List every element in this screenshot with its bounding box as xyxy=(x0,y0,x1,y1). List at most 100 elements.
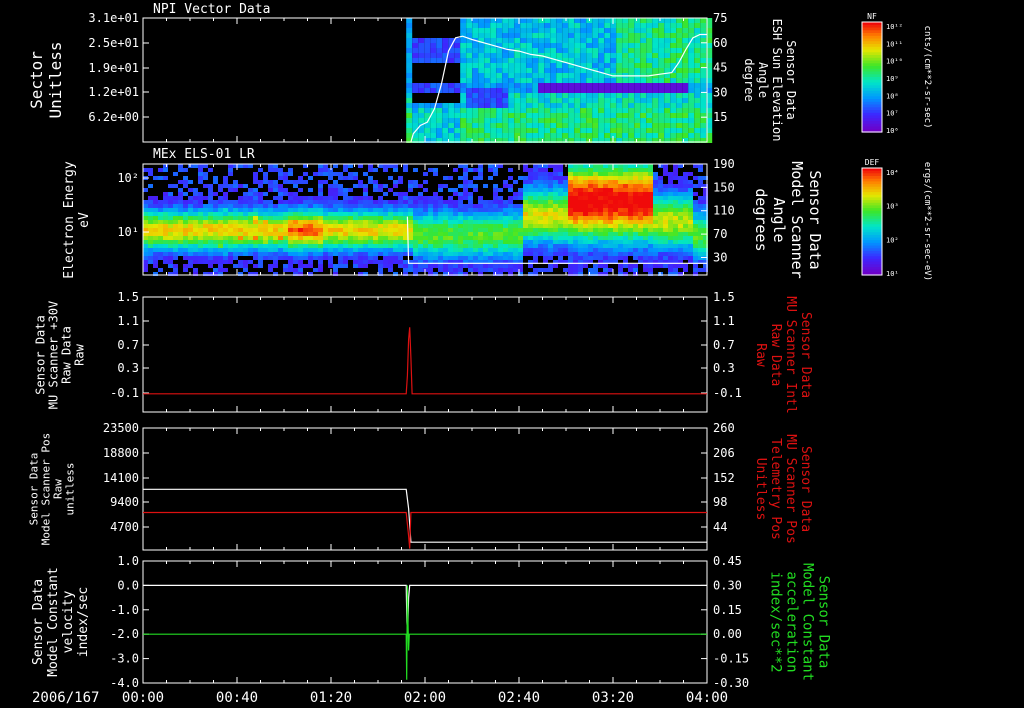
els-heatmap-cell xyxy=(683,228,688,232)
els-heatmap-cell xyxy=(143,252,148,256)
npi-heatmap-cell xyxy=(436,103,443,108)
npi-heatmap-cell xyxy=(412,103,419,108)
els-heatmap-cell xyxy=(498,256,503,260)
npi-heatmap-cell xyxy=(628,108,635,113)
els-heatmap-cell xyxy=(698,212,703,216)
els-heatmap-cell xyxy=(693,204,698,208)
els-heatmap-cell xyxy=(278,256,283,260)
npi-heatmap-cell xyxy=(526,33,533,38)
els-heatmap-cell xyxy=(398,224,403,228)
els-heatmap-cell xyxy=(213,208,218,212)
els-heatmap-cell xyxy=(378,224,383,228)
npi-heatmap-cell xyxy=(646,48,653,53)
els-heatmap-cell xyxy=(318,256,323,260)
els-heatmap-cell xyxy=(308,212,313,216)
els-heatmap-cell xyxy=(608,180,613,184)
npi-heatmap-cell xyxy=(598,98,605,103)
els-heatmap-cell xyxy=(228,244,233,248)
els-heatmap-cell xyxy=(343,252,348,256)
els-heatmap-cell xyxy=(273,196,278,200)
npi-heatmap-cell xyxy=(616,53,623,58)
els-heatmap-cell xyxy=(233,248,238,252)
y-tick-label: 0.15 xyxy=(713,603,742,617)
els-heatmap-cell xyxy=(693,236,698,240)
els-heatmap-cell xyxy=(518,216,523,220)
els-heatmap-cell xyxy=(353,172,358,176)
els-heatmap-cell xyxy=(438,240,443,244)
els-heatmap-cell xyxy=(378,248,383,252)
els-heatmap-cell xyxy=(523,248,528,252)
npi-heatmap-cell xyxy=(550,83,557,88)
els-heatmap-cell xyxy=(343,228,348,232)
els-heatmap-cell xyxy=(198,248,203,252)
els-heatmap-cell xyxy=(263,204,268,208)
els-heatmap-cell xyxy=(463,168,468,172)
els-heatmap-cell xyxy=(663,236,668,240)
els-heatmap-cell xyxy=(438,228,443,232)
els-heatmap-cell xyxy=(408,224,413,228)
els-heatmap-cell xyxy=(358,164,363,168)
npi-heatmap-cell xyxy=(664,93,671,98)
panel-title: NPI Vector Data xyxy=(153,2,270,17)
npi-heatmap-cell xyxy=(520,113,527,118)
els-heatmap-cell xyxy=(603,164,608,168)
npi-heatmap-cell xyxy=(544,93,551,98)
els-heatmap-cell xyxy=(413,264,418,268)
els-heatmap-cell xyxy=(658,248,663,252)
els-heatmap-cell xyxy=(538,268,543,272)
npi-heatmap-cell xyxy=(586,123,593,128)
els-heatmap-cell xyxy=(283,268,288,272)
els-heatmap-cell xyxy=(538,204,543,208)
els-heatmap-cell xyxy=(578,172,583,176)
els-heatmap-cell xyxy=(663,240,668,244)
npi-heatmap-cell xyxy=(658,118,665,123)
els-heatmap-cell xyxy=(398,208,403,212)
els-heatmap-cell xyxy=(278,240,283,244)
els-heatmap-cell xyxy=(143,232,148,236)
els-heatmap-cell xyxy=(423,224,428,228)
els-heatmap-cell xyxy=(323,164,328,168)
npi-heatmap-cell xyxy=(496,58,503,63)
els-heatmap-cell xyxy=(228,208,233,212)
els-heatmap-cell xyxy=(468,196,473,200)
els-heatmap-cell xyxy=(698,200,703,204)
npi-heatmap-cell xyxy=(658,113,665,118)
y2-axis-label: degree xyxy=(742,58,756,101)
els-heatmap-cell xyxy=(673,212,678,216)
npi-heatmap-cell xyxy=(580,48,587,53)
els-heatmap-cell xyxy=(203,216,208,220)
els-heatmap-cell xyxy=(413,200,418,204)
els-heatmap-cell xyxy=(378,200,383,204)
els-heatmap-cell xyxy=(693,228,698,232)
els-heatmap-cell xyxy=(143,260,148,264)
els-heatmap-cell xyxy=(393,168,398,172)
els-heatmap-cell xyxy=(178,216,183,220)
npi-heatmap-cell xyxy=(568,118,575,123)
els-heatmap-cell xyxy=(468,236,473,240)
npi-heatmap-cell xyxy=(646,108,653,113)
els-heatmap-cell xyxy=(528,232,533,236)
els-heatmap-cell xyxy=(668,268,673,272)
els-heatmap-cell xyxy=(613,244,618,248)
els-heatmap-cell xyxy=(143,268,148,272)
els-heatmap-cell xyxy=(458,248,463,252)
npi-heatmap-cell xyxy=(640,33,647,38)
npi-heatmap-cell xyxy=(496,98,503,103)
npi-heatmap-cell xyxy=(436,123,443,128)
els-heatmap-cell xyxy=(653,232,658,236)
els-heatmap-cell xyxy=(383,200,388,204)
npi-heatmap-cell xyxy=(628,133,635,138)
els-heatmap-cell xyxy=(508,228,513,232)
els-heatmap-cell xyxy=(648,236,653,240)
els-heatmap-cell xyxy=(643,240,648,244)
npi-heatmap-cell xyxy=(550,33,557,38)
npi-heatmap-cell xyxy=(514,83,521,88)
npi-heatmap-cell xyxy=(598,38,605,43)
els-heatmap-cell xyxy=(223,192,228,196)
els-heatmap-cell xyxy=(308,176,313,180)
npi-heatmap-cell xyxy=(514,63,521,68)
els-heatmap-cell xyxy=(163,228,168,232)
els-heatmap-cell xyxy=(458,192,463,196)
els-heatmap-cell xyxy=(593,168,598,172)
els-heatmap-cell xyxy=(183,204,188,208)
